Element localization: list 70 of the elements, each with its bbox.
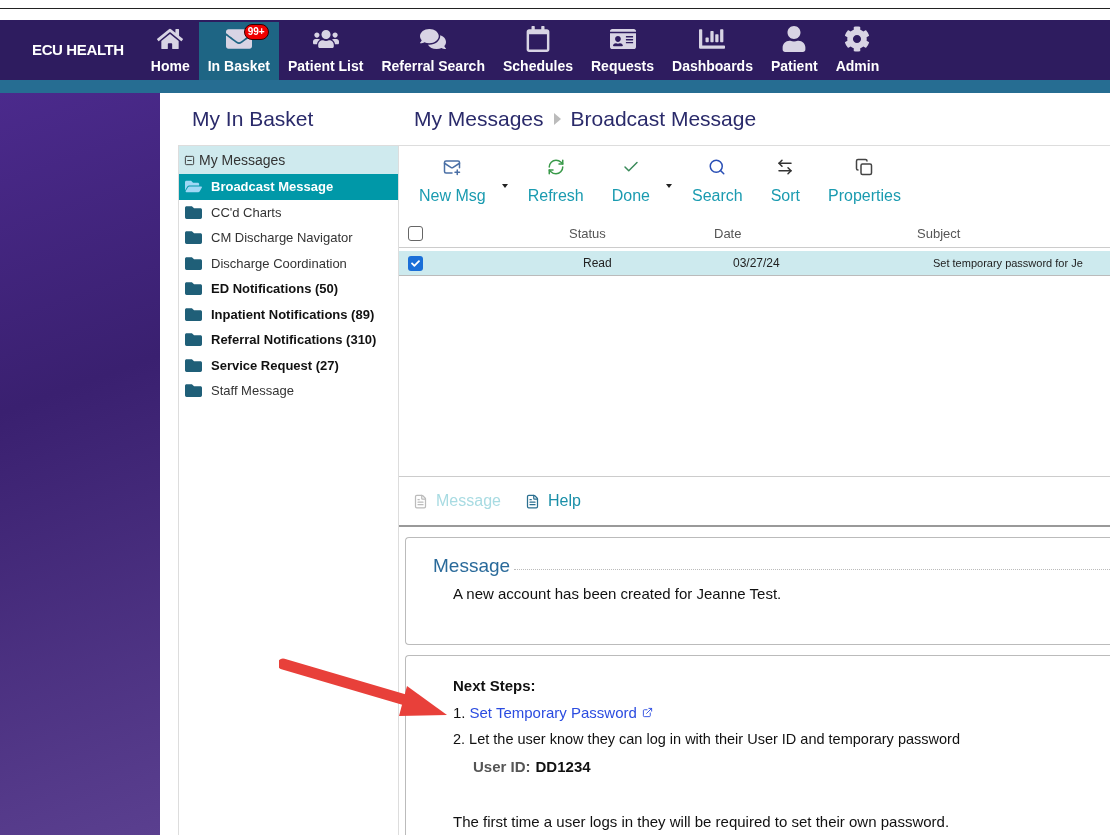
- external-link-icon: [641, 707, 653, 718]
- nav-tab[interactable]: Patient: [761, 22, 827, 80]
- info-text: The first time a user logs in they will be required to set their own password.: [453, 812, 951, 832]
- bar-chart-icon: [699, 26, 726, 52]
- nav-tab[interactable]: Requests: [582, 22, 663, 80]
- copy-icon: [855, 158, 874, 176]
- folder-icon: [185, 254, 202, 272]
- breadcrumb-item[interactable]: My Messages: [414, 103, 544, 135]
- checkmark-icon: [411, 258, 420, 268]
- column-header[interactable]: Date: [714, 223, 917, 244]
- breadcrumb-item[interactable]: Broadcast Message: [570, 103, 757, 135]
- link[interactable]: Set Temporary Password: [465, 699, 653, 726]
- table-cell-text: Read: [583, 255, 613, 273]
- section-heading: Message: [433, 554, 511, 578]
- id-card-icon: [609, 26, 636, 52]
- search-icon: [708, 158, 727, 176]
- column-header[interactable]: Status: [569, 223, 714, 244]
- folder-icon: [185, 356, 202, 374]
- dropdown-caret-icon[interactable]: [665, 184, 672, 188]
- message-row[interactable]: Read 03/27/24 Set temporary password for Je: [399, 251, 1110, 276]
- calendar-icon: [524, 26, 551, 52]
- panel-title: My In Basket: [191, 106, 315, 133]
- settings-icon: [844, 26, 871, 52]
- collapse-icon: [184, 154, 195, 166]
- document-icon: [524, 493, 540, 509]
- field-label: User ID:: [473, 757, 531, 777]
- breadcrumb-separator-icon: [553, 113, 561, 125]
- folder-item[interactable]: Staff Message: [179, 378, 398, 404]
- person-icon: [781, 26, 808, 52]
- folder-icon: [185, 203, 202, 221]
- table-cell-text: Set temporary password for Je: [933, 255, 1083, 271]
- refresh-icon: [546, 158, 565, 176]
- step-text: 2. Let the user know they can log in with their User ID and temporary password: [453, 730, 961, 749]
- folder-icon: [185, 229, 202, 247]
- message-text: A new account has been created for Jeanne Test.: [452, 583, 783, 604]
- tab-button[interactable]: Help: [524, 489, 581, 513]
- folder-item[interactable]: ED Notifications (50): [179, 276, 398, 302]
- chat-bubbles-icon: [420, 26, 447, 52]
- count-badge: 99+: [243, 24, 269, 40]
- folder-icon: [185, 305, 202, 323]
- brand-logo: ECU HEALTH: [32, 39, 124, 60]
- nav-tab[interactable]: Patient List: [278, 22, 373, 80]
- folder-item[interactable]: Referral Notifications (310): [179, 327, 398, 353]
- table-cell-text: 03/27/24: [733, 255, 781, 273]
- folder-icon: [185, 331, 202, 349]
- checkbox[interactable]: [408, 255, 423, 271]
- folder-group-header[interactable]: My Messages: [179, 146, 398, 174]
- field-value: DD1234: [535, 757, 591, 777]
- document-icon: [413, 493, 428, 509]
- dropdown-caret-icon[interactable]: [501, 184, 508, 188]
- column-header[interactable]: Subject: [917, 223, 961, 244]
- folder-item[interactable]: Service Request (27): [179, 352, 398, 378]
- nav-tab[interactable]: Home: [141, 22, 199, 80]
- nav-tab[interactable]: In Basket 99+: [198, 22, 279, 80]
- mail-plus-icon: [443, 158, 462, 176]
- folder-item[interactable]: Discharge Coordination: [179, 250, 398, 276]
- step-number: 1.: [453, 703, 466, 723]
- folder-item[interactable]: Inpatient Notifications (89): [179, 301, 398, 327]
- folder-item[interactable]: CM Discharge Navigator: [179, 225, 398, 251]
- checkbox[interactable]: [408, 226, 423, 242]
- arrows-icon: [776, 158, 795, 176]
- folder-icon: [185, 280, 202, 298]
- section-heading: Next Steps:: [453, 676, 537, 696]
- nav-tab[interactable]: Schedules: [493, 22, 582, 80]
- nav-tab[interactable]: Dashboards: [663, 22, 762, 80]
- folder-item[interactable]: CC'd Charts: [179, 199, 398, 225]
- house-icon: [157, 26, 184, 52]
- folder-icon: [185, 382, 202, 400]
- nav-tab[interactable]: Referral Search: [372, 22, 494, 80]
- nav-tab[interactable]: Admin: [826, 22, 889, 80]
